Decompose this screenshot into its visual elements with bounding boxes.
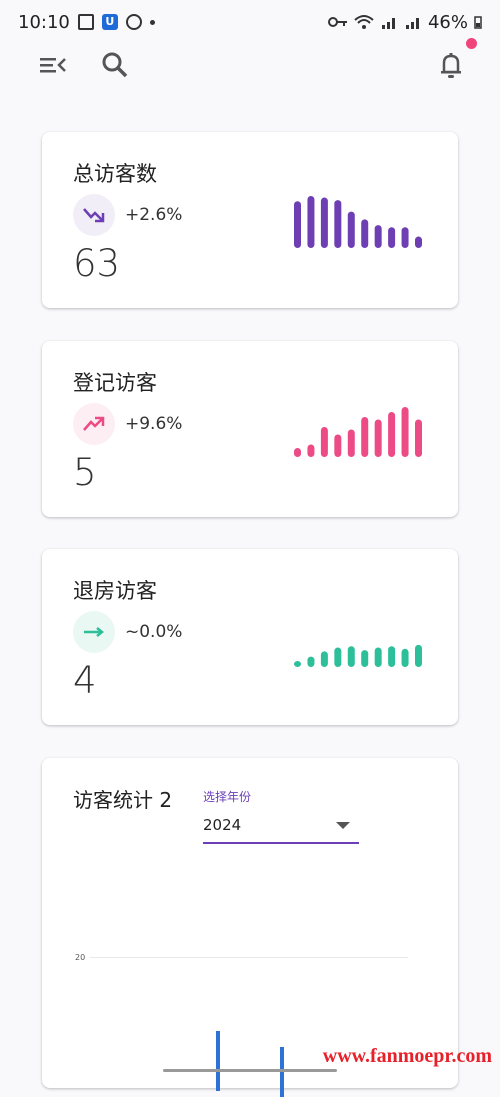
chart-bar xyxy=(280,1047,284,1097)
trend-percent: +9.6% xyxy=(125,414,183,434)
sparkline-bar xyxy=(294,661,301,667)
card-title: 登记访客 xyxy=(73,371,157,395)
trend-circle xyxy=(73,403,115,445)
dropdown-caret-icon[interactable] xyxy=(336,822,350,829)
visitor-stats-card: 访客统计 2 选择年份 2024 20 xyxy=(42,758,458,1097)
trending-up-icon xyxy=(83,416,105,431)
sparkline-bar xyxy=(361,417,369,457)
more-notifications-icon xyxy=(149,19,155,25)
visitor-count: 63 xyxy=(73,242,121,285)
sparkline-bar xyxy=(415,236,422,248)
sparkline-bar xyxy=(307,656,315,667)
signal-5g-icon-2 xyxy=(405,18,419,29)
sparkline-chart xyxy=(294,196,422,248)
sparkline-bar xyxy=(294,448,301,457)
battery-icon xyxy=(474,16,482,29)
search-icon[interactable] xyxy=(100,50,130,80)
year-select-underline xyxy=(203,842,359,844)
trending-flat-icon xyxy=(84,627,105,637)
app-u-icon: U xyxy=(101,14,118,30)
sparkline-bar xyxy=(388,227,396,248)
sparkline-bar xyxy=(388,412,396,457)
sparkline-bar xyxy=(415,644,422,667)
sparkline-chart xyxy=(294,644,422,667)
sparkline-bar xyxy=(320,651,328,667)
sparkline-bar xyxy=(374,419,382,457)
year-select-value[interactable]: 2024 xyxy=(203,816,241,834)
sparkline-bar xyxy=(401,648,409,667)
menu-collapse-icon[interactable] xyxy=(38,50,68,80)
status-time: 10:10 xyxy=(18,11,70,33)
home-indicator[interactable] xyxy=(163,1069,337,1072)
sparkline-bar xyxy=(334,200,342,248)
card-title: 退房访客 xyxy=(73,579,157,603)
sparkline-bar xyxy=(334,647,342,667)
sparkline-bar xyxy=(401,227,409,248)
status-bar: 10:10 U 46% xyxy=(0,0,500,44)
sparkline-bar xyxy=(307,444,315,457)
y-axis-tick: 20 xyxy=(75,953,86,962)
chart-bar xyxy=(216,1031,220,1091)
speed-icon xyxy=(125,14,142,30)
trend-percent: +2.6% xyxy=(125,205,183,225)
sparkline-bar xyxy=(320,197,328,248)
sparkline-bar xyxy=(294,201,301,248)
watermark: www.fanmoepr.com xyxy=(322,1045,492,1067)
sparkline-bar xyxy=(415,419,422,457)
sparkline-chart xyxy=(294,407,422,457)
key-icon xyxy=(327,17,347,27)
app-bar xyxy=(0,38,500,88)
card-title: 总访客数 xyxy=(73,162,157,186)
checked-out-visitors-card: 退房访客 ~0.0% 4 xyxy=(42,549,458,725)
trending-down-icon xyxy=(83,208,105,223)
sparkline-bar xyxy=(320,427,328,457)
chart-gridline xyxy=(90,957,408,958)
sparkline-bar xyxy=(374,647,382,667)
sparkline-bar xyxy=(374,225,382,248)
total-visitors-card: 总访客数 +2.6% 63 xyxy=(42,132,458,308)
sparkline-bar xyxy=(307,196,315,248)
sparkline-bar xyxy=(401,407,409,457)
battery-level: 46% xyxy=(427,11,468,33)
gallery-icon xyxy=(77,14,94,30)
visitor-count: 4 xyxy=(73,659,97,702)
trend-percent: ~0.0% xyxy=(125,622,183,642)
trend-circle xyxy=(73,611,115,653)
sparkline-bar xyxy=(347,646,355,667)
sparkline-bar xyxy=(361,219,369,248)
sparkline-bar xyxy=(388,646,396,667)
sparkline-bar xyxy=(347,429,355,457)
wifi-icon xyxy=(354,15,374,29)
stats-title: 访客统计 2 xyxy=(73,788,173,812)
year-select-label: 选择年份 xyxy=(203,790,252,804)
notification-badge xyxy=(466,38,477,49)
sparkline-bar xyxy=(334,434,342,457)
signal-5g-icon xyxy=(381,18,395,29)
sparkline-bar xyxy=(361,650,369,667)
notification-bell-icon[interactable] xyxy=(436,50,466,80)
registered-visitors-card: 登记访客 +9.6% 5 xyxy=(42,341,458,517)
visitor-count: 5 xyxy=(73,451,97,494)
trend-circle xyxy=(73,194,115,236)
sparkline-bar xyxy=(347,211,355,248)
